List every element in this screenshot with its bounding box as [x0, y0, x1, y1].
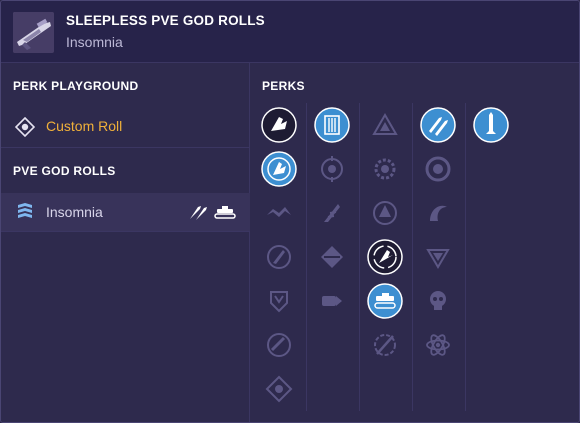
perk-crosshair-icon[interactable] [314, 151, 350, 187]
rank-chevrons-icon [17, 203, 33, 221]
perk-diamond-icon[interactable] [314, 239, 350, 275]
perk-ridge-icon[interactable] [261, 195, 297, 231]
perk-slash-icon[interactable] [367, 327, 403, 363]
column-divider [412, 103, 413, 411]
tank-mini-icon [214, 203, 236, 221]
perk-linear-comp-icon[interactable] [261, 283, 297, 319]
perk-bullet-icon[interactable] [314, 283, 350, 319]
custom-roll-label: Custom Roll [46, 118, 123, 134]
weapon-thumbnail-icon [13, 12, 54, 53]
weapon-header: SLEEPLESS PVE GOD ROLLS Insomnia [1, 1, 579, 63]
perk-reticle-icon[interactable] [367, 195, 403, 231]
perk-fluted-barrel-icon[interactable] [261, 327, 297, 363]
perk-missile-icon[interactable] [473, 107, 509, 143]
pve-god-rolls-heading: PVE GOD ROLLS [13, 164, 116, 178]
perk-rockets-icon[interactable] [420, 107, 456, 143]
perk-ring-icon[interactable] [420, 151, 456, 187]
perk-wave-icon[interactable] [420, 195, 456, 231]
perk-auto-loading-icon[interactable] [367, 239, 403, 275]
perks-heading: PERKS [262, 79, 305, 93]
page-title: SLEEPLESS PVE GOD ROLLS [66, 13, 265, 28]
perk-triangle-icon[interactable] [367, 107, 403, 143]
perk-gear-icon[interactable] [367, 151, 403, 187]
column-divider [306, 103, 307, 411]
perk-skull-icon[interactable] [420, 283, 456, 319]
weapon-name: Insomnia [66, 34, 123, 50]
perk-ridged-chamber-icon[interactable] [261, 371, 297, 407]
divider [1, 147, 250, 148]
perk-tank-icon[interactable] [367, 283, 403, 319]
perks-panel: PERKS [250, 63, 579, 422]
column-divider [359, 103, 360, 411]
perk-playground-heading: PERK PLAYGROUND [13, 79, 139, 93]
perk-feather-icon[interactable] [314, 195, 350, 231]
roll-sidebar: PERK PLAYGROUND Custom Roll PVE GOD ROLL… [1, 63, 250, 422]
perk-atom-icon[interactable] [420, 327, 456, 363]
perk-barrel-alt-icon[interactable] [261, 151, 297, 187]
roll-label: Insomnia [46, 204, 103, 220]
perk-window: SLEEPLESS PVE GOD ROLLS Insomnia PERK PL… [0, 0, 580, 423]
perk-magazine-icon[interactable] [314, 107, 350, 143]
perk-hammer-forged-icon[interactable] [261, 239, 297, 275]
custom-roll-item[interactable]: Custom Roll [1, 110, 250, 144]
column-divider [465, 103, 466, 411]
roll-item-insomnia[interactable]: Insomnia [1, 193, 250, 231]
perk-chevron-icon[interactable] [420, 239, 456, 275]
custom-roll-icon [14, 116, 36, 138]
rockets-mini-icon [188, 203, 208, 221]
perk-barrel-icon[interactable] [261, 107, 297, 143]
divider [1, 231, 250, 232]
